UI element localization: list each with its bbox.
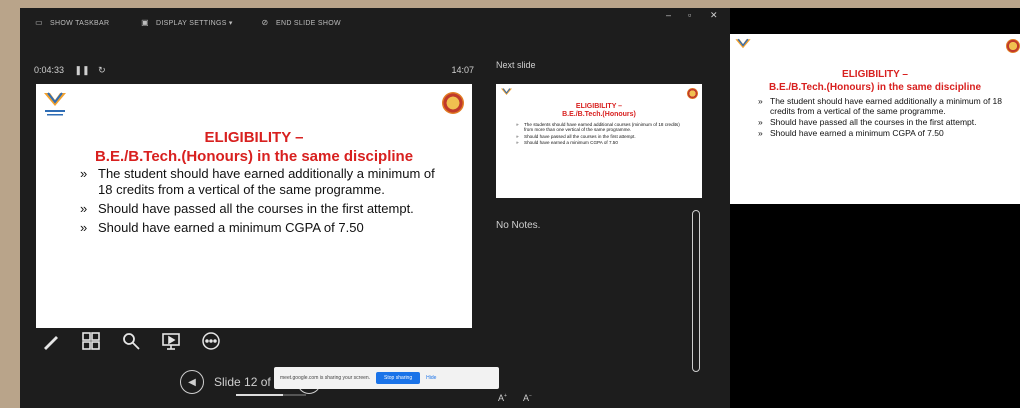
list-item: Should have earned a minimum CGPA of 7.5… <box>516 140 686 146</box>
list-item: Should have passed all the courses in th… <box>758 117 1008 127</box>
institution-logo <box>501 88 512 95</box>
font-size-controls: A+ A− <box>498 393 532 403</box>
screen-share-banner: meet.google.com is sharing your screen. … <box>274 367 499 389</box>
speaker-notes[interactable]: No Notes. <box>496 220 540 231</box>
next-slide-title-line1: ELIGIBILITY – <box>575 103 623 110</box>
share-message: meet.google.com is sharing your screen. <box>280 375 371 381</box>
list-item: Should have earned a minimum CGPA of 7.5… <box>758 128 1008 138</box>
institution-logo <box>735 38 751 49</box>
hide-banner-link[interactable]: Hide <box>426 375 436 381</box>
display-settings-label: DISPLAY SETTINGS ▾ <box>156 20 233 27</box>
list-item: The student should have earned additiona… <box>758 96 1008 116</box>
slide-progress-bar <box>236 394 306 396</box>
display-settings-button[interactable]: ▣ DISPLAY SETTINGS ▾ <box>140 18 233 28</box>
seal-icon <box>687 88 698 99</box>
list-item: The student should have earned additiona… <box>80 166 440 198</box>
taskbar-icon: ▭ <box>35 18 43 27</box>
monitor-icon: ▣ <box>141 18 149 27</box>
presenter-tools <box>40 330 222 352</box>
maximize-button[interactable]: ▫ <box>688 10 692 20</box>
end-slide-show-label: END SLIDE SHOW <box>276 19 341 27</box>
next-slide-title-line2: B.E./B.Tech.(Honours) <box>562 111 636 118</box>
end-slide-show-button[interactable]: ⊘ END SLIDE SHOW <box>260 19 341 27</box>
slide-title-line1: ELIGIBILITY – <box>204 129 304 146</box>
end-show-icon: ⊘ <box>261 18 269 27</box>
slide-title: ELIGIBILITY – B.E./B.Tech.(Honours) in t… <box>36 128 472 166</box>
chevron-left-icon: ◀ <box>188 376 196 388</box>
audience-slide: ELIGIBILITY – B.E./B.Tech.(Honours) in t… <box>730 34 1020 204</box>
slide-bullets: The student should have earned additiona… <box>80 166 440 239</box>
notes-scrollbar[interactable] <box>692 210 700 372</box>
previous-slide-button[interactable]: ◀ <box>180 370 204 394</box>
show-taskbar-button[interactable]: ▭ SHOW TASKBAR <box>34 19 109 27</box>
institution-logo <box>44 92 66 116</box>
audience-slide-bullets: The student should have earned additiona… <box>758 96 1008 139</box>
presenter-toolbar: ▭ SHOW TASKBAR ▣ DISPLAY SETTINGS ▾ ⊘ EN… <box>20 8 730 38</box>
decrease-font-button[interactable]: A− <box>523 393 532 403</box>
audience-slide-title: ELIGIBILITY – B.E./B.Tech.(Honours) in t… <box>730 68 1020 94</box>
list-item: Should have passed all the courses in th… <box>80 201 440 217</box>
list-item: Should have earned a minimum CGPA of 7.5… <box>80 220 440 236</box>
zoom-icon[interactable] <box>120 330 142 352</box>
pause-timer-icon[interactable]: ❚❚ <box>75 65 90 75</box>
seal-icon <box>1006 39 1020 53</box>
close-button[interactable]: ✕ <box>710 10 718 21</box>
timer-row: 0:04:33 ❚❚ ↻ 14:07 <box>34 65 474 76</box>
next-slide-label: Next slide <box>496 60 536 70</box>
seal-icon <box>442 92 464 114</box>
slide-progress-fill <box>236 394 283 396</box>
stop-sharing-button[interactable]: Stop sharing <box>376 372 421 384</box>
show-taskbar-label: SHOW TASKBAR <box>50 19 110 27</box>
minimize-button[interactable]: – <box>666 10 671 20</box>
list-item: Should have passed all the courses in th… <box>516 134 686 140</box>
presenter-view: ▭ SHOW TASKBAR ▣ DISPLAY SETTINGS ▾ ⊘ EN… <box>20 8 730 408</box>
next-slide-preview[interactable]: ELIGIBILITY – B.E./B.Tech.(Honours) The … <box>496 84 702 198</box>
next-slide-bullets: The students should have earned addition… <box>516 122 686 147</box>
current-time: 14:07 <box>451 65 474 75</box>
more-icon[interactable] <box>200 330 222 352</box>
list-item: The students should have earned addition… <box>516 122 686 133</box>
next-slide-title: ELIGIBILITY – B.E./B.Tech.(Honours) <box>496 103 702 119</box>
elapsed-time: 0:04:33 <box>34 65 65 75</box>
increase-font-button[interactable]: A+ <box>498 393 507 403</box>
reset-timer-icon[interactable]: ↻ <box>98 65 106 75</box>
pen-icon[interactable] <box>40 330 62 352</box>
slide-title-line2: B.E./B.Tech.(Honours) in the same discip… <box>94 148 414 165</box>
slides-grid-icon[interactable] <box>80 330 102 352</box>
audience-title-line2: B.E./B.Tech.(Honours) in the same discip… <box>768 82 982 93</box>
pointer-screen-icon[interactable] <box>160 330 182 352</box>
audience-title-line1: ELIGIBILITY – <box>842 69 908 80</box>
current-slide: ELIGIBILITY – B.E./B.Tech.(Honours) in t… <box>36 84 472 328</box>
